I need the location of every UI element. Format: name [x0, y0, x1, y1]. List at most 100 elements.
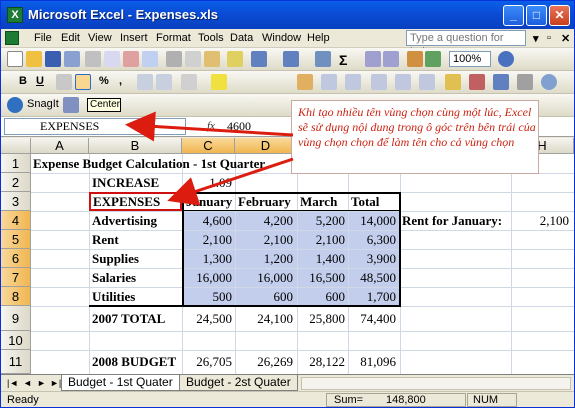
cell-f8[interactable]: 1,700 — [348, 287, 396, 306]
cut-icon[interactable] — [166, 51, 182, 67]
row-header-11[interactable]: 11 — [1, 350, 31, 374]
column-header-c[interactable]: C — [182, 138, 235, 154]
cell-a1[interactable]: Expense Budget Calculation - 1st Quarter — [33, 154, 265, 173]
save-icon[interactable] — [45, 51, 61, 67]
bold-button[interactable]: B — [19, 75, 27, 87]
arrange-icon-7[interactable] — [445, 74, 461, 90]
spelling-icon[interactable] — [123, 51, 139, 67]
arrange-icon-5[interactable] — [395, 74, 411, 90]
drawing-icon[interactable] — [425, 51, 441, 67]
select-all-corner[interactable] — [1, 138, 31, 154]
cell-f6[interactable]: 3,900 — [348, 249, 396, 268]
snagit-icon[interactable] — [7, 97, 23, 113]
snagit-button[interactable]: SnagIt — [27, 98, 59, 110]
arrange-icon-8[interactable] — [469, 74, 485, 90]
cell-b11[interactable]: 2008 BUDGET — [92, 352, 176, 371]
cell-e3[interactable]: March — [300, 192, 337, 211]
cell-e6[interactable]: 1,400 — [297, 249, 345, 268]
menu-edit[interactable]: Edit — [61, 32, 80, 44]
cell-e9[interactable]: 25,800 — [297, 309, 345, 328]
sort-ascending-icon[interactable] — [365, 51, 381, 67]
row-header-7[interactable]: 7 — [1, 268, 31, 287]
cell-e8[interactable]: 600 — [297, 287, 346, 306]
cell-f5[interactable]: 6,300 — [348, 230, 396, 249]
column-header-a[interactable]: A — [31, 138, 89, 154]
cell-f4[interactable]: 14,000 — [348, 211, 396, 230]
new-icon[interactable] — [7, 51, 23, 67]
cell-d6[interactable]: 1,200 — [235, 249, 293, 268]
arrange-icon-4[interactable] — [371, 74, 387, 90]
arrange-icon-10[interactable] — [517, 74, 533, 90]
research-icon[interactable] — [142, 51, 158, 67]
format-painter-icon[interactable] — [227, 51, 243, 67]
cell-e4[interactable]: 5,200 — [297, 211, 345, 230]
copy-icon[interactable] — [185, 51, 201, 67]
horizontal-scrollbar[interactable] — [301, 377, 571, 390]
row-header-5[interactable]: 5 — [1, 230, 31, 249]
cell-c8[interactable]: 500 — [182, 287, 233, 306]
sheet-tab-budget-1st[interactable]: Budget - 1st Quater — [61, 375, 180, 391]
menu-view[interactable]: View — [88, 32, 112, 44]
cell-d11[interactable]: 26,269 — [235, 352, 293, 371]
open-icon[interactable] — [26, 51, 42, 67]
arrange-icon-3[interactable] — [345, 74, 361, 90]
menu-help[interactable]: Help — [307, 32, 330, 44]
percent-style-button[interactable]: % — [99, 75, 109, 87]
cell-d4[interactable]: 4,200 — [235, 211, 293, 230]
redo-icon[interactable] — [283, 51, 299, 67]
sort-descending-icon[interactable] — [383, 51, 399, 67]
row-header-3[interactable]: 3 — [1, 192, 31, 211]
cell-e11[interactable]: 28,122 — [297, 352, 345, 371]
undo-icon[interactable] — [251, 51, 267, 67]
row-header-9[interactable]: 9 — [1, 306, 31, 331]
menu-window[interactable]: Window — [262, 32, 301, 44]
increase-decimal-icon[interactable] — [137, 74, 153, 90]
minimize-button[interactable]: _ — [503, 5, 524, 26]
cell-d8[interactable]: 600 — [235, 287, 294, 306]
cell-e7[interactable]: 16,500 — [297, 268, 345, 287]
first-sheet-button[interactable]: |◄ — [7, 378, 18, 388]
menu-format[interactable]: Format — [156, 32, 191, 44]
hyperlink-icon[interactable] — [315, 51, 331, 67]
cell-d5[interactable]: 2,100 — [235, 230, 293, 249]
zoom-select[interactable]: 100% — [449, 51, 491, 67]
cell-b4[interactable]: Advertising — [92, 211, 157, 230]
paste-icon[interactable] — [204, 51, 220, 67]
comma-style-button[interactable]: , — [119, 75, 122, 87]
row-header-1[interactable]: 1 — [1, 154, 31, 173]
workbook-icon[interactable] — [5, 31, 19, 45]
cell-c5[interactable]: 2,100 — [182, 230, 232, 249]
menu-file[interactable]: File — [34, 32, 52, 44]
align-center-icon[interactable] — [75, 74, 91, 90]
cell-b7[interactable]: Salaries — [92, 268, 136, 287]
cell-d3[interactable]: February — [238, 192, 291, 211]
next-sheet-button[interactable]: ► — [37, 378, 46, 388]
cell-e5[interactable]: 2,100 — [297, 230, 345, 249]
print-icon[interactable] — [85, 51, 101, 67]
underline-button[interactable]: U — [36, 75, 44, 87]
row-header-10[interactable]: 10 — [1, 331, 31, 350]
help-icon[interactable] — [498, 51, 514, 67]
cell-c7[interactable]: 16,000 — [182, 268, 232, 287]
cell-g4[interactable]: Rent for January: — [402, 211, 502, 230]
align-left-icon[interactable] — [56, 74, 72, 90]
arrange-icon-1[interactable] — [297, 74, 313, 90]
borders-icon[interactable] — [181, 74, 197, 90]
function-icon[interactable]: fx — [207, 120, 215, 132]
cell-f9[interactable]: 74,400 — [348, 309, 396, 328]
cell-d7[interactable]: 16,000 — [235, 268, 293, 287]
cell-f11[interactable]: 81,096 — [348, 352, 396, 371]
permission-icon[interactable] — [64, 51, 80, 67]
cell-c4[interactable]: 4,600 — [182, 211, 232, 230]
decrease-decimal-icon[interactable] — [156, 74, 172, 90]
autosum-icon[interactable]: Σ — [339, 52, 347, 68]
arrange-icon-9[interactable] — [493, 74, 509, 90]
excel-app-icon[interactable]: X — [7, 7, 23, 23]
arrange-icon-2[interactable] — [321, 74, 337, 90]
cell-c2[interactable]: 1.09 — [182, 173, 232, 192]
cell-c3[interactable]: January — [186, 192, 232, 211]
chart-wizard-icon[interactable] — [407, 51, 423, 67]
cell-h4[interactable]: 2,100 — [511, 211, 569, 230]
cell-b9[interactable]: 2007 TOTAL — [92, 309, 165, 328]
cell-c9[interactable]: 24,500 — [182, 309, 232, 328]
